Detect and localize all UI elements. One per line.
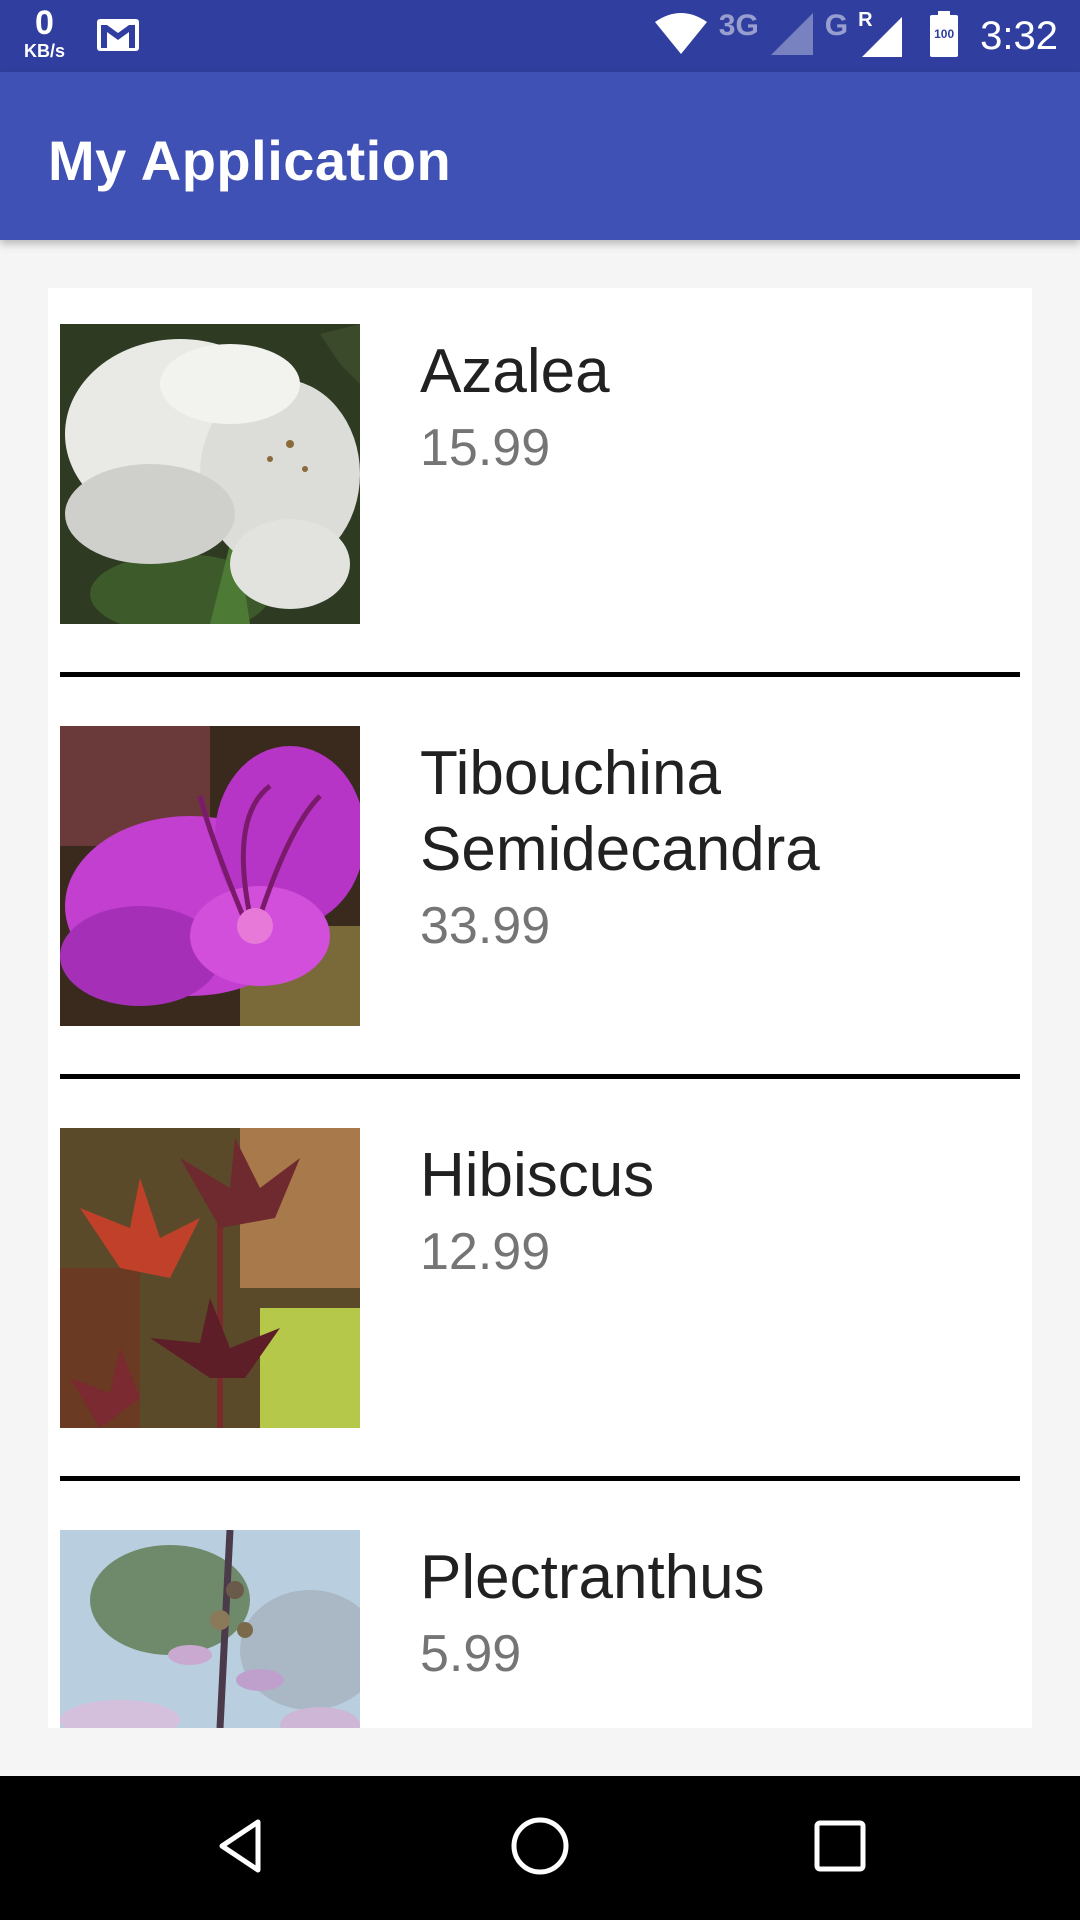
plant-list-item[interactable]: Tibouchina Semidecandra 33.99 [48,690,1032,1092]
home-icon [509,1815,571,1882]
plant-name: Tibouchina Semidecandra [420,739,820,884]
list-divider [60,1476,1020,1481]
navigation-bar [0,1776,1080,1920]
plant-list-card: Azalea 15.99 Tibouchina Semidecandra 33.… [48,288,1032,1728]
list-divider [60,672,1020,677]
hibiscus-photo [60,1128,360,1428]
app-title: My Application [48,129,452,192]
app-bar: My Application [0,72,1080,240]
plant-list-item[interactable]: Azalea 15.99 [48,288,1032,690]
plant-name: Hibiscus [420,1141,655,1210]
plant-name: Azalea [420,337,610,406]
network-type-g: G [824,9,849,42]
wifi-icon [653,12,709,61]
roaming-signal-icon: R [858,9,904,64]
network-type-3g: 3G [718,9,759,42]
list-divider [60,1074,1020,1079]
battery-icon: 100 [930,10,959,62]
back-icon [212,1816,272,1881]
status-clock: 3:32 [980,13,1058,58]
home-button[interactable] [504,1812,576,1884]
gmail-icon [95,16,141,59]
plant-price: 5.99 [420,1625,522,1683]
plant-list-container[interactable]: Azalea 15.99 Tibouchina Semidecandra 33.… [0,240,1080,1776]
recents-icon [812,1818,868,1879]
plectranthus-photo [60,1530,360,1728]
network-speed-value: 0 [35,4,54,42]
battery-level: 100 [934,26,955,41]
network-speed-indicator: 0 KB/s [24,6,65,60]
tibouchina-photo [60,726,360,1026]
plant-price: 12.99 [420,1223,551,1281]
plant-list-item[interactable]: Plectranthus 5.99 [48,1494,1032,1728]
plant-price: 15.99 [420,419,551,477]
azalea-photo [60,324,360,624]
signal-icon [769,11,815,62]
network-speed-unit: KB/s [24,41,66,61]
plant-price: 33.99 [420,897,551,955]
recents-button[interactable] [804,1812,876,1884]
roaming-label: R [858,8,873,31]
back-button[interactable] [206,1812,278,1884]
plant-list-item[interactable]: Hibiscus 12.99 [48,1092,1032,1494]
status-bar: 0 KB/s 3G G R 100 3:32 [0,0,1080,72]
plant-name: Plectranthus [420,1543,765,1612]
